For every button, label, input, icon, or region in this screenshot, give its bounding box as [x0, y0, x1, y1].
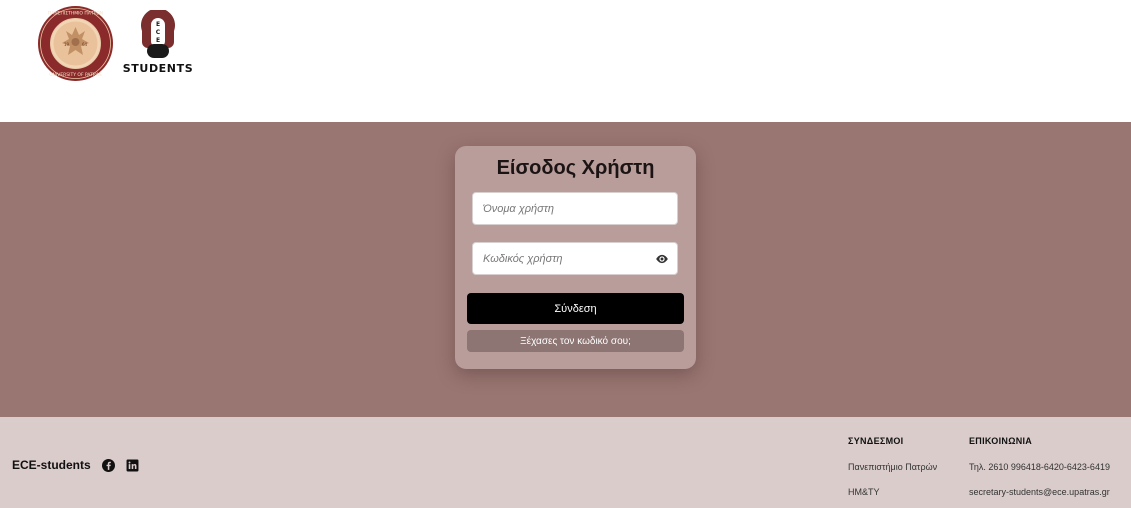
footer-contact-column: ΕΠΙΚΟΙΝΩΝΙΑ Τηλ. 2610 996418-6420-6423-6… — [969, 436, 1110, 499]
password-field[interactable] — [472, 242, 678, 275]
header: ΠΑΝΕΠΙΣΤΗΜΙΟ ΠΑΤΡΩΝ UNIVERSITY OF PATRAS… — [0, 0, 1131, 122]
password-input[interactable] — [473, 243, 677, 274]
svg-text:64: 64 — [82, 42, 88, 47]
forgot-password-button[interactable]: Ξέχασες τον κωδικό σου; — [467, 330, 684, 352]
svg-text:E: E — [156, 21, 160, 28]
hero-section: Είσοδος Χρήστη Σύνδεση Ξέχασες τον κωδικ… — [0, 122, 1131, 417]
svg-text:C: C — [156, 29, 161, 36]
contact-phone: Τηλ. 2610 996418-6420-6423-6419 — [969, 462, 1110, 472]
university-logo[interactable]: ΠΑΝΕΠΙΣΤΗΜΙΟ ΠΑΤΡΩΝ UNIVERSITY OF PATRAS… — [37, 5, 114, 82]
footer-brand: ECE-students — [12, 458, 139, 472]
ece-students-logo[interactable]: E C E STUDENTS — [118, 10, 198, 76]
university-seal-icon: ΠΑΝΕΠΙΣΤΗΜΙΟ ΠΑΤΡΩΝ UNIVERSITY OF PATRAS… — [38, 6, 113, 81]
link-ece-department[interactable]: ΗΜ&ΤΥ — [848, 487, 937, 499]
svg-text:E: E — [156, 37, 160, 44]
contact-title: ΕΠΙΚΟΙΝΩΝΙΑ — [969, 436, 1033, 446]
username-input[interactable] — [473, 193, 677, 224]
eye-icon[interactable] — [655, 253, 669, 265]
contact-email[interactable]: secretary-students@ece.upatras.gr — [969, 487, 1110, 499]
login-button[interactable]: Σύνδεση — [467, 293, 684, 324]
login-title: Είσοδος Χρήστη — [496, 157, 655, 179]
login-card: Είσοδος Χρήστη Σύνδεση Ξέχασες τον κωδικ… — [455, 146, 696, 369]
brand-name: ECE-students — [12, 458, 91, 472]
username-field[interactable] — [472, 192, 678, 225]
footer-links-column: ΣΥΝΔΕΣΜΟΙ Πανεπιστήμιο Πατρών ΗΜ&ΤΥ — [848, 436, 937, 499]
ece-logo-icon: E C E — [141, 10, 175, 58]
facebook-icon[interactable] — [101, 458, 115, 472]
ece-logo-wordmark: STUDENTS — [122, 62, 194, 75]
svg-text:ΠΑΝΕΠΙΣΤΗΜΙΟ ΠΑΤΡΩΝ: ΠΑΝΕΠΙΣΤΗΜΙΟ ΠΑΤΡΩΝ — [48, 11, 103, 17]
links-title: ΣΥΝΔΕΣΜΟΙ — [848, 436, 904, 446]
footer: ECE-students ΣΥΝΔΕΣΜΟΙ Πανεπιστήμιο Πατρ… — [0, 417, 1131, 508]
linkedin-icon[interactable] — [126, 459, 139, 472]
svg-text:19: 19 — [64, 42, 70, 47]
svg-text:UNIVERSITY OF PATRAS: UNIVERSITY OF PATRAS — [49, 72, 102, 78]
link-university-patras[interactable]: Πανεπιστήμιο Πατρών — [848, 462, 937, 474]
